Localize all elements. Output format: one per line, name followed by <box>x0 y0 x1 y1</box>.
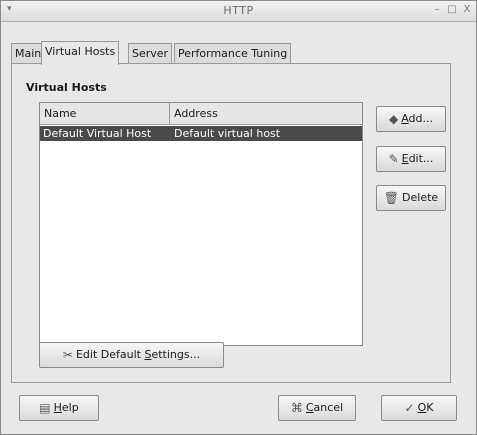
help-icon: ▤ <box>39 401 51 415</box>
tab-performance-tuning[interactable]: Performance Tuning <box>174 43 292 64</box>
tab-server[interactable]: Server <box>128 43 173 64</box>
virtual-hosts-list[interactable]: Name Address Default Virtual Host Defaul… <box>39 102 363 346</box>
edit-button[interactable]: ✎ Edit... <box>376 146 446 172</box>
virtual-hosts-panel: Virtual Hosts Name Address Default Virtu… <box>11 63 451 383</box>
http-window: ▾ HTTP – □ X Main Virtual Hosts Server P… <box>0 0 477 435</box>
close-button[interactable]: X <box>461 4 473 16</box>
cancel-icon: ⌘ <box>290 401 303 415</box>
cell-name: Default Virtual Host <box>43 127 152 140</box>
cell-address: Default virtual host <box>174 127 281 140</box>
minimize-button[interactable]: – <box>431 4 443 16</box>
add-icon: ◆ <box>388 112 399 126</box>
delete-button[interactable]: 🗑 Delete <box>376 185 446 211</box>
edit-default-settings-button[interactable]: ✂ Edit Default Settings... <box>39 342 224 368</box>
column-header-name[interactable]: Name <box>40 103 170 125</box>
tab-virtual-hosts[interactable]: Virtual Hosts <box>41 41 120 65</box>
column-header-address[interactable]: Address <box>170 103 362 125</box>
maximize-button[interactable]: □ <box>446 4 458 16</box>
section-title: Virtual Hosts <box>26 81 107 94</box>
cancel-button[interactable]: ⌘ Cancel <box>278 395 356 421</box>
settings-icon: ✂ <box>62 348 73 362</box>
edit-icon: ✎ <box>388 152 399 166</box>
ok-icon: ✓ <box>404 401 415 415</box>
delete-icon: 🗑 <box>383 191 400 205</box>
help-button[interactable]: ▤ Help <box>19 395 99 421</box>
ok-button[interactable]: ✓ OK <box>381 395 457 421</box>
window-title: HTTP <box>223 4 254 17</box>
table-row[interactable]: Default Virtual Host Default virtual hos… <box>40 126 362 141</box>
title-bar: ▾ HTTP – □ X <box>1 1 476 22</box>
add-button[interactable]: ◆ Add... <box>376 106 446 132</box>
